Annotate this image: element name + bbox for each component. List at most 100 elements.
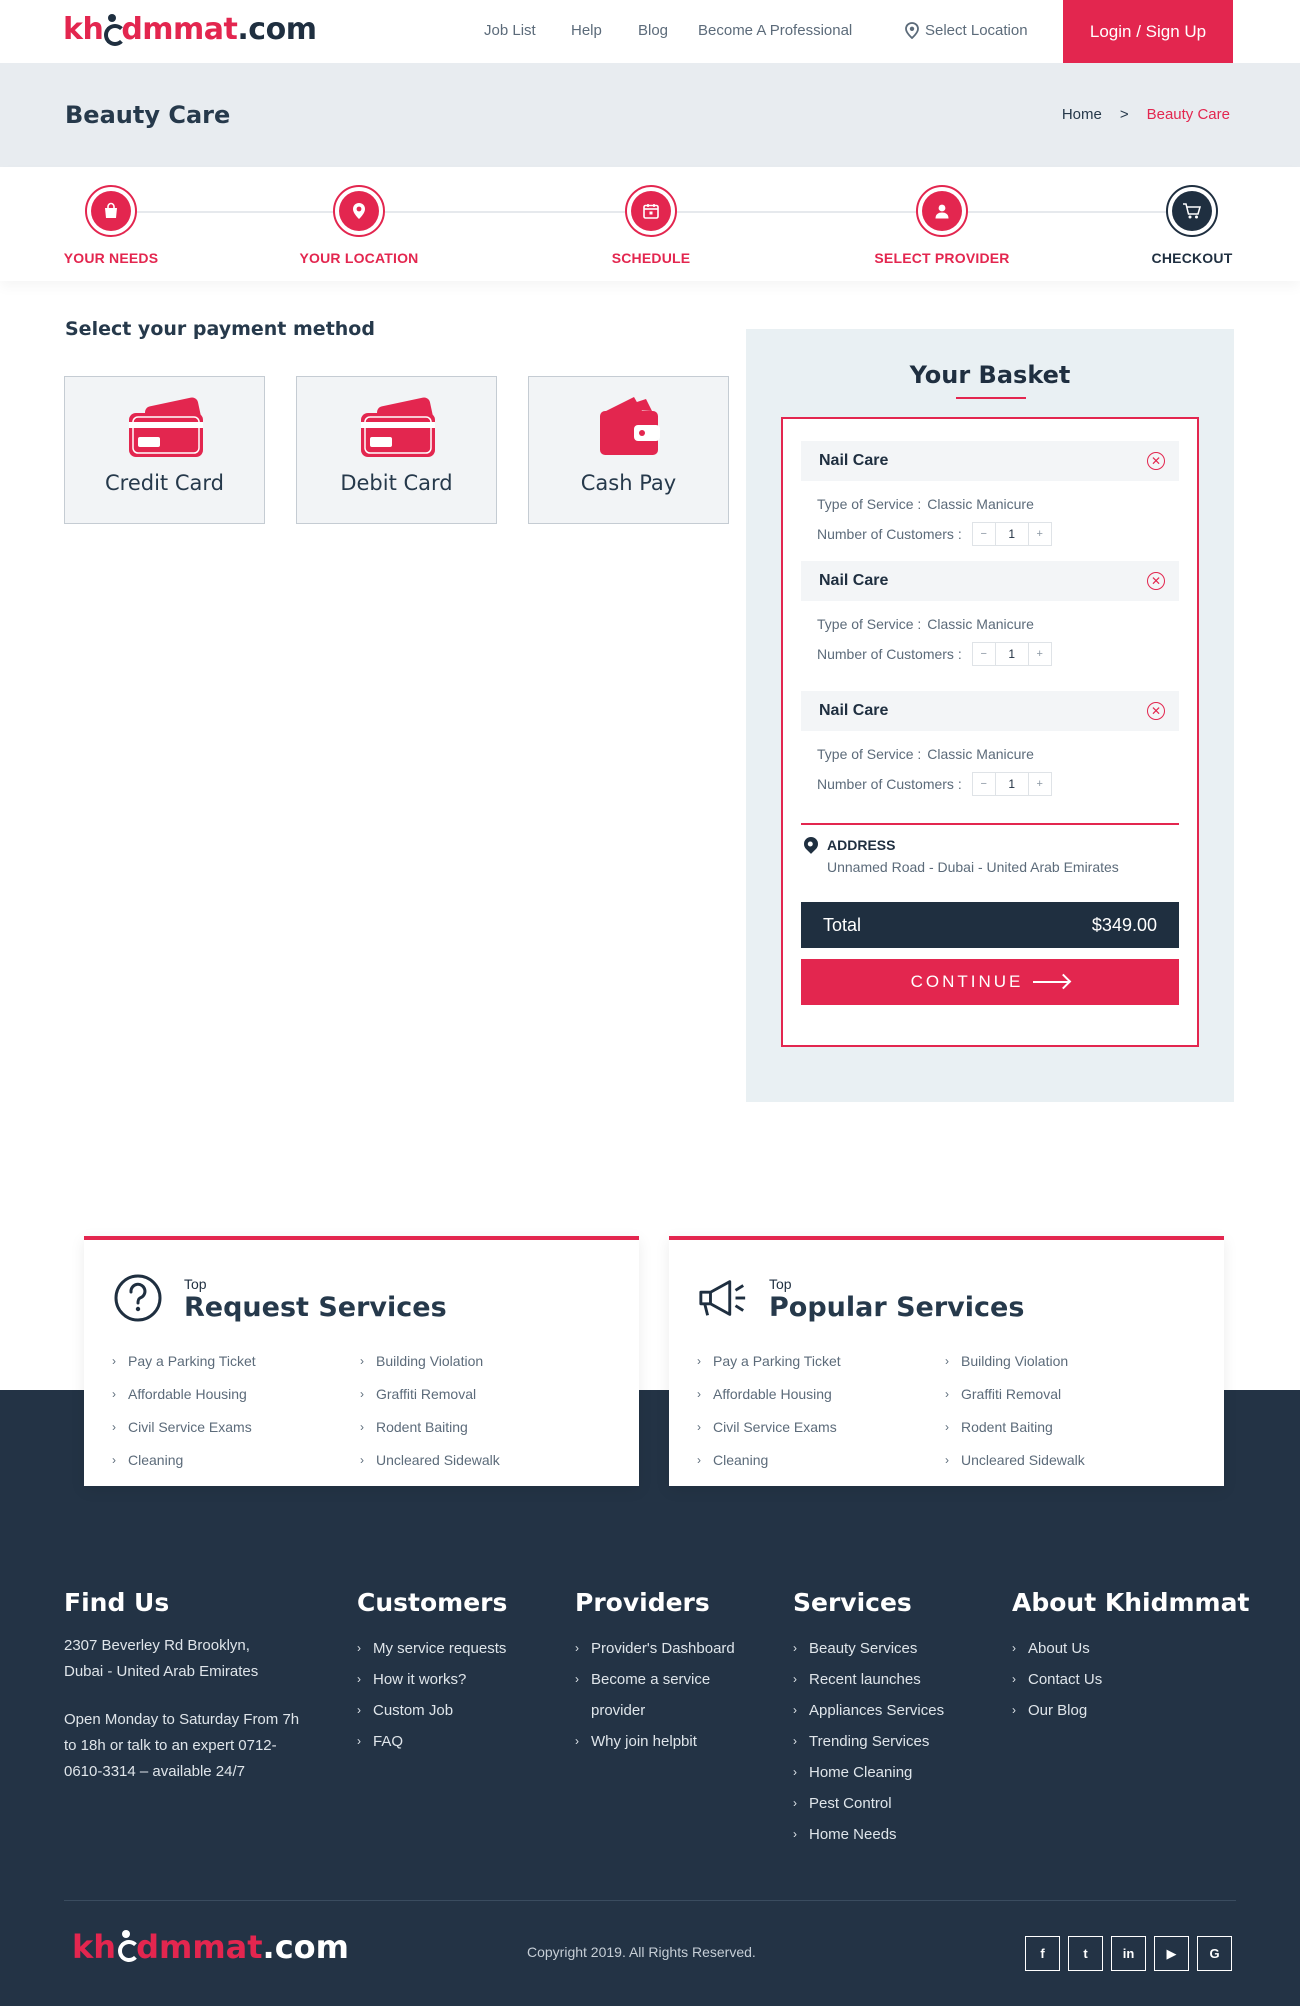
chevron-right-icon: › bbox=[357, 1641, 361, 1655]
footer-heading: Customers bbox=[357, 1588, 508, 1617]
continue-button[interactable]: CONTINUE bbox=[801, 959, 1179, 1005]
footer-link[interactable]: › Trending Services bbox=[793, 1726, 944, 1757]
step-schedule[interactable]: SCHEDULE bbox=[571, 185, 731, 266]
footer-logo[interactable]: kh dmmat.com bbox=[72, 1928, 349, 1966]
footer-link[interactable]: › Contact Us bbox=[1012, 1664, 1249, 1695]
facebook-icon[interactable]: f bbox=[1025, 1936, 1060, 1971]
footer-link[interactable]: › Become a service provider bbox=[575, 1664, 735, 1726]
service-link[interactable]: › Civil Service Exams bbox=[112, 1410, 256, 1443]
nav-help[interactable]: Help bbox=[571, 22, 602, 39]
service-type-line: Type of Service : Classic Manicure bbox=[801, 496, 1179, 512]
increment-button[interactable]: + bbox=[1029, 523, 1051, 545]
progress-steps: YOUR NEEDS YOUR LOCATION SCHEDULE SELECT… bbox=[0, 167, 1300, 281]
quantity-value[interactable]: 1 bbox=[994, 773, 1029, 795]
basket-title: Your Basket bbox=[909, 361, 1071, 389]
service-link[interactable]: › Cleaning bbox=[112, 1443, 256, 1476]
card-title: Popular Services bbox=[769, 1292, 1025, 1323]
increment-button[interactable]: + bbox=[1029, 773, 1051, 795]
footer-link[interactable]: › Home Cleaning bbox=[793, 1757, 944, 1788]
service-link[interactable]: › Affordable Housing bbox=[697, 1377, 841, 1410]
chevron-right-icon: › bbox=[945, 1419, 949, 1434]
remove-item-icon[interactable]: ✕ bbox=[1147, 702, 1165, 720]
footer-link[interactable]: › FAQ bbox=[357, 1726, 507, 1757]
youtube-icon[interactable]: ▶ bbox=[1154, 1936, 1189, 1971]
nav-become-professional[interactable]: Become A Professional bbox=[698, 22, 852, 39]
site-logo[interactable]: kh dmmat.com bbox=[63, 12, 317, 47]
google-icon[interactable]: G bbox=[1197, 1936, 1232, 1971]
payment-option-label: Credit Card bbox=[105, 471, 224, 495]
chevron-right-icon: › bbox=[112, 1419, 116, 1434]
payment-option-cash-pay[interactable]: Cash Pay bbox=[528, 376, 729, 524]
chevron-right-icon: › bbox=[1012, 1641, 1016, 1655]
service-list: › Building Violation › Graffiti Removal › R… bbox=[360, 1344, 500, 1476]
decrement-button[interactable]: − bbox=[973, 773, 995, 795]
remove-item-icon[interactable]: ✕ bbox=[1147, 452, 1165, 470]
payment-option-credit-card[interactable]: Credit Card bbox=[64, 376, 265, 524]
step-select-provider[interactable]: SELECT PROVIDER bbox=[862, 185, 1022, 266]
step-your-location[interactable]: YOUR LOCATION bbox=[279, 185, 439, 266]
footer-link[interactable]: › Pest Control bbox=[793, 1788, 944, 1819]
nav-select-location[interactable]: Select Location bbox=[905, 22, 1028, 39]
decrement-button[interactable]: − bbox=[973, 643, 995, 665]
quantity-value[interactable]: 1 bbox=[994, 643, 1029, 665]
service-link[interactable]: › Building Violation bbox=[360, 1344, 500, 1377]
basket-box: Nail Care ✕ Type of Service : Classic Ma… bbox=[781, 417, 1199, 1047]
chevron-right-icon: › bbox=[793, 1672, 797, 1686]
step-your-needs[interactable]: YOUR NEEDS bbox=[31, 185, 191, 266]
footer-divider bbox=[64, 1900, 1236, 1901]
service-list: › Pay a Parking Ticket › Affordable Housin… bbox=[697, 1344, 841, 1476]
service-link[interactable]: › Rodent Baiting bbox=[360, 1410, 500, 1443]
increment-button[interactable]: + bbox=[1029, 643, 1051, 665]
payment-option-debit-card[interactable]: Debit Card bbox=[296, 376, 497, 524]
footer-link[interactable]: › My service requests bbox=[357, 1633, 507, 1664]
popular-services-card: Top Popular Services › Pay a Parking Tick… bbox=[669, 1236, 1224, 1486]
quantity-value[interactable]: 1 bbox=[994, 523, 1029, 545]
footer-link[interactable]: › Home Needs bbox=[793, 1819, 944, 1850]
twitter-icon[interactable]: t bbox=[1068, 1936, 1103, 1971]
chevron-right-icon: › bbox=[793, 1765, 797, 1779]
footer-link[interactable]: › Appliances Services bbox=[793, 1695, 944, 1726]
service-link[interactable]: › Rodent Baiting bbox=[945, 1410, 1085, 1443]
step-label: YOUR NEEDS bbox=[63, 250, 159, 266]
breadcrumb-separator: > bbox=[1119, 106, 1129, 123]
service-link[interactable]: › Pay a Parking Ticket bbox=[112, 1344, 256, 1377]
chevron-right-icon: › bbox=[945, 1353, 949, 1368]
page-title-band: Beauty Care Home > Beauty Care bbox=[0, 63, 1300, 167]
chevron-right-icon: › bbox=[357, 1734, 361, 1748]
basket-item-header: Nail Care ✕ bbox=[801, 691, 1179, 731]
service-link[interactable]: › Uncleared Sidewalk bbox=[945, 1443, 1085, 1476]
service-link[interactable]: › Cleaning bbox=[697, 1443, 841, 1476]
card-title: Request Services bbox=[184, 1292, 447, 1323]
service-link[interactable]: › Civil Service Exams bbox=[697, 1410, 841, 1443]
footer-link[interactable]: › About Us bbox=[1012, 1633, 1249, 1664]
footer-link[interactable]: › Our Blog bbox=[1012, 1695, 1249, 1726]
logo-text-kh: kh bbox=[63, 12, 104, 47]
shopping-bag-icon bbox=[105, 202, 117, 218]
service-link[interactable]: › Building Violation bbox=[945, 1344, 1085, 1377]
footer-link[interactable]: › Provider's Dashboard bbox=[575, 1633, 735, 1664]
service-link[interactable]: › Graffiti Removal bbox=[945, 1377, 1085, 1410]
footer-link[interactable]: › Recent launches bbox=[793, 1664, 944, 1695]
step-label: SCHEDULE bbox=[611, 250, 691, 266]
customers-line: Number of Customers : − 1 + bbox=[801, 522, 1179, 546]
login-signup-button[interactable]: Login / Sign Up bbox=[1063, 0, 1233, 63]
decrement-button[interactable]: − bbox=[973, 523, 995, 545]
linkedin-icon[interactable]: in bbox=[1111, 1936, 1146, 1971]
nav-blog[interactable]: Blog bbox=[638, 22, 668, 39]
service-link[interactable]: › Pay a Parking Ticket bbox=[697, 1344, 841, 1377]
breadcrumb-home[interactable]: Home bbox=[1062, 106, 1102, 123]
footer-link[interactable]: › How it works? bbox=[357, 1664, 507, 1695]
chevron-right-icon: › bbox=[793, 1827, 797, 1841]
logo-text-kh: kh bbox=[72, 1928, 117, 1966]
service-link[interactable]: › Uncleared Sidewalk bbox=[360, 1443, 500, 1476]
remove-item-icon[interactable]: ✕ bbox=[1147, 572, 1165, 590]
step-checkout[interactable]: CHECKOUT bbox=[1112, 185, 1272, 266]
service-link[interactable]: › Graffiti Removal bbox=[360, 1377, 500, 1410]
customers-label: Number of Customers : bbox=[817, 526, 962, 542]
footer-link[interactable]: › Why join helpbit bbox=[575, 1726, 735, 1757]
basket-item-header: Nail Care ✕ bbox=[801, 561, 1179, 601]
nav-job-list[interactable]: Job List bbox=[484, 22, 536, 39]
footer-link[interactable]: › Custom Job bbox=[357, 1695, 507, 1726]
service-link[interactable]: › Affordable Housing bbox=[112, 1377, 256, 1410]
footer-link[interactable]: › Beauty Services bbox=[793, 1633, 944, 1664]
